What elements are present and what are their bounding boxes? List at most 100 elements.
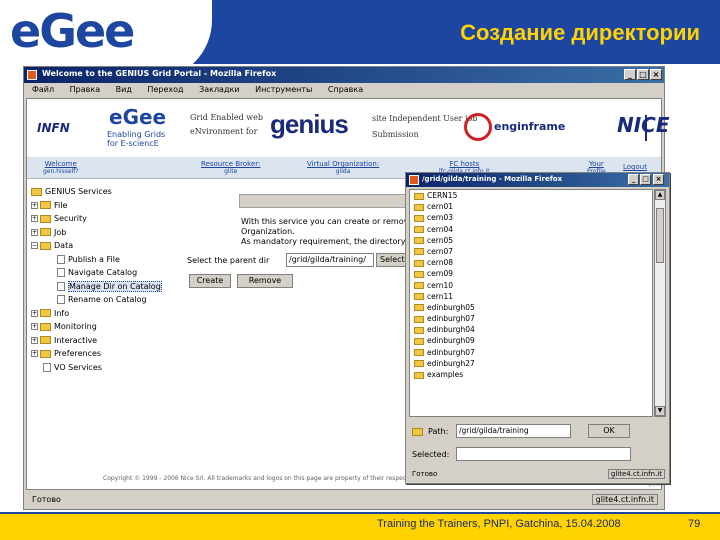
- dir-item[interactable]: cern11: [410, 291, 652, 302]
- menu-help[interactable]: Справка: [328, 85, 363, 94]
- manage-header: Manage D: [239, 194, 450, 214]
- dir-item[interactable]: edinburgh27: [410, 358, 652, 369]
- folder-icon: [414, 349, 424, 357]
- expand-icon[interactable]: +: [31, 336, 38, 344]
- dir-item[interactable]: cern04: [410, 224, 652, 235]
- nav-logout[interactable]: Logout: [623, 163, 647, 171]
- tree-item-genius-services[interactable]: GENIUS Services: [31, 185, 181, 199]
- folder-icon: [40, 349, 51, 358]
- scroll-down-icon[interactable]: ▼: [655, 406, 665, 416]
- expand-icon[interactable]: +: [31, 215, 38, 222]
- dir-item[interactable]: cern03: [410, 212, 652, 223]
- desc-line1: With this service you can create or remo…: [241, 217, 421, 226]
- tree-item-monitoring[interactable]: + Monitoring: [31, 320, 181, 334]
- menu-file[interactable]: Файл: [32, 85, 54, 94]
- menu-tools[interactable]: Инструменты: [255, 85, 312, 94]
- tree-label: Job: [54, 227, 67, 237]
- create-button[interactable]: Create: [189, 274, 231, 288]
- dir-label: cern01: [427, 202, 453, 212]
- document-icon: [57, 268, 65, 277]
- dir-item[interactable]: cern08: [410, 257, 652, 268]
- directory-scrollbar[interactable]: ▲ ▼: [654, 189, 666, 417]
- popup-close-button[interactable]: ×: [653, 174, 664, 185]
- popup-maximize-button[interactable]: □: [640, 174, 651, 185]
- remove-button[interactable]: Remove: [237, 274, 293, 288]
- expand-icon[interactable]: +: [31, 323, 38, 330]
- tree-item-interactive[interactable]: + Interactive: [31, 334, 181, 348]
- folder-icon: [40, 201, 51, 209]
- browser-titlebar: Welcome to the GENIUS Grid Portal - Mozi…: [24, 67, 664, 83]
- collapse-icon[interactable]: −: [31, 242, 38, 249]
- genius-right-line2: Submission: [372, 130, 419, 139]
- tree-item-preferences[interactable]: + Preferences: [31, 347, 181, 361]
- selected-label: Selected:: [412, 450, 450, 459]
- dir-label: cern08: [427, 258, 453, 268]
- scroll-up-icon[interactable]: ▲: [655, 190, 665, 200]
- tree-item-rename-catalog[interactable]: Rename on Catalog: [31, 293, 181, 307]
- tree-item-security[interactable]: + Security: [31, 212, 181, 226]
- maximize-button[interactable]: □: [637, 69, 649, 80]
- dir-item[interactable]: examples: [410, 369, 652, 380]
- nav-virtual-organization[interactable]: Virtual Organization: gilda: [307, 160, 379, 176]
- dir-item[interactable]: cern10: [410, 280, 652, 291]
- browser-statusbar: Готово glite4.ct.infn.it: [24, 492, 664, 508]
- tree-item-navigate-catalog[interactable]: Navigate Catalog: [31, 266, 181, 280]
- nav-resource-broker[interactable]: Resource Broker: glite: [201, 160, 260, 176]
- dir-item[interactable]: cern07: [410, 246, 652, 257]
- folder-icon: [40, 336, 51, 344]
- directory-list: CERN15 cern01 cern03 cern04 cern05 cern0…: [409, 189, 653, 417]
- tree-item-data[interactable]: − Data: [31, 239, 181, 253]
- enginframe-logo: enginframe: [464, 113, 604, 141]
- popup-minimize-button[interactable]: _: [628, 174, 639, 185]
- service-description: With this service you can create or remo…: [241, 217, 424, 247]
- egee-subtitle: Enabling Grids for E-sciencE: [107, 130, 165, 148]
- expand-icon[interactable]: +: [31, 228, 38, 236]
- dir-item[interactable]: cern05: [410, 235, 652, 246]
- ok-button[interactable]: OK: [588, 424, 630, 438]
- dir-item[interactable]: edinburgh05: [410, 302, 652, 313]
- menu-view[interactable]: Вид: [116, 85, 132, 94]
- tree-item-info[interactable]: + Info: [31, 307, 181, 321]
- selected-input[interactable]: [456, 447, 631, 461]
- close-button[interactable]: ×: [650, 69, 662, 80]
- dir-item[interactable]: edinburgh09: [410, 335, 652, 346]
- menu-go[interactable]: Переход: [147, 85, 183, 94]
- dir-label: edinburgh09: [427, 336, 475, 346]
- tree-item-manage-dir[interactable]: Manage Dir on Catalog: [31, 280, 181, 294]
- folder-icon: [414, 203, 424, 211]
- dir-item[interactable]: edinburgh04: [410, 324, 652, 335]
- minimize-button[interactable]: _: [624, 69, 636, 80]
- tree-item-vo-services[interactable]: VO Services: [31, 361, 181, 375]
- scroll-thumb[interactable]: [656, 208, 664, 263]
- browser-title: Welcome to the GENIUS Grid Portal - Mozi…: [42, 69, 277, 78]
- parent-dir-input[interactable]: /grid/gilda/training/: [286, 253, 374, 267]
- folder-open-icon: [40, 241, 51, 250]
- popup-title: /grid/gilda/training - Mozilla Firefox: [422, 175, 563, 183]
- tree-label: Manage Dir on Catalog: [68, 280, 162, 292]
- nav-welcome[interactable]: Welcome gen.hisself?: [43, 160, 79, 176]
- menu-bar: Файл Правка Вид Переход Закладки Инструм…: [24, 83, 664, 97]
- popup-titlebar: /grid/gilda/training - Mozilla Firefox _…: [406, 173, 669, 187]
- dir-label: edinburgh07: [427, 314, 475, 324]
- expand-icon[interactable]: +: [31, 350, 38, 357]
- tree-label: Data: [54, 241, 74, 250]
- dir-item[interactable]: cern01: [410, 201, 652, 212]
- tree-item-publish-file[interactable]: Publish a File: [31, 253, 181, 267]
- dir-item[interactable]: cern09: [410, 268, 652, 279]
- tree-item-file[interactable]: + File: [31, 199, 181, 213]
- logos-row: INFN eGee Enabling Grids for E-sciencE G…: [27, 99, 670, 157]
- menu-bookmarks[interactable]: Закладки: [199, 85, 239, 94]
- dir-label: cern10: [427, 280, 453, 290]
- path-input[interactable]: /grid/gilda/training: [456, 424, 571, 438]
- folder-icon: [414, 337, 424, 345]
- tree-item-job[interactable]: + Job: [31, 226, 181, 240]
- expand-icon[interactable]: +: [31, 201, 38, 209]
- dir-item[interactable]: edinburgh07: [410, 347, 652, 358]
- folder-icon: [414, 192, 424, 200]
- dir-item[interactable]: CERN15: [410, 190, 652, 201]
- status-host: glite4.ct.infn.it: [591, 494, 658, 505]
- menu-edit[interactable]: Правка: [70, 85, 100, 94]
- dir-item[interactable]: edinburgh07: [410, 313, 652, 324]
- expand-icon[interactable]: +: [31, 309, 38, 317]
- tree-label: GENIUS Services: [45, 187, 112, 196]
